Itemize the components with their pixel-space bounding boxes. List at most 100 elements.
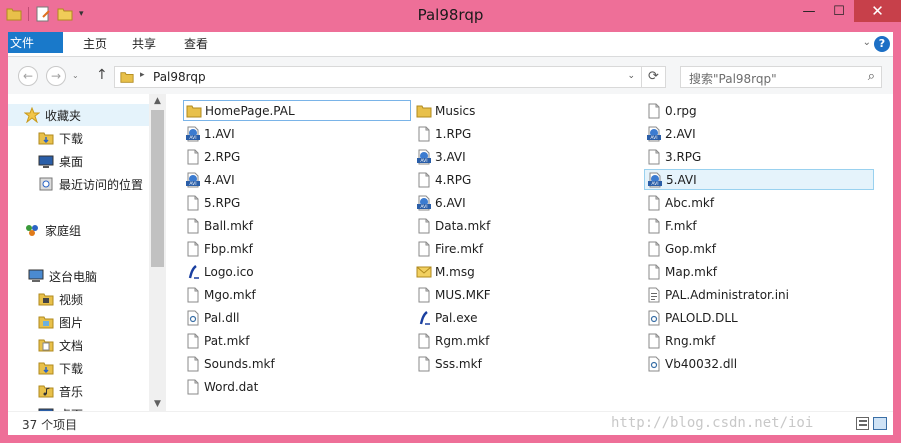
svg-text:AVI: AVI xyxy=(420,204,427,210)
nav-item[interactable]: 桌面 xyxy=(8,150,149,172)
file-name: F.mkf xyxy=(665,218,697,233)
nav-item[interactable]: 收藏夹 xyxy=(8,104,149,126)
nav-item[interactable]: 视频 xyxy=(8,288,149,310)
nav-item[interactable]: 图片 xyxy=(8,311,149,333)
file-item[interactable]: AVI 5.AVI xyxy=(644,169,874,190)
nav-item[interactable]: 音乐 xyxy=(8,380,149,402)
file-item[interactable]: Fire.mkf xyxy=(414,238,636,259)
address-bar[interactable]: ▸ Pal98rqp ⌄ xyxy=(114,66,642,88)
file-item[interactable]: 0.rpg xyxy=(644,100,874,121)
close-button[interactable]: ✕ xyxy=(854,0,901,22)
file-item[interactable]: 1.RPG xyxy=(414,123,636,144)
nav-item[interactable]: 桌面 xyxy=(8,403,149,411)
expand-ribbon-icon[interactable]: ⌄ xyxy=(863,37,871,48)
download-folder-icon xyxy=(38,362,54,375)
file-item[interactable]: Rgm.mkf xyxy=(414,330,636,351)
file-item[interactable]: Pat.mkf xyxy=(183,330,411,351)
nav-scrollbar[interactable]: ▲ ▼ xyxy=(149,94,166,411)
file-item[interactable]: PALOLD.DLL xyxy=(644,307,874,328)
file-item[interactable]: 2.RPG xyxy=(183,146,411,167)
title-bar[interactable]: ▾ Pal98rqp — ☐ ✕ xyxy=(0,0,901,31)
tab-share[interactable]: 共享 xyxy=(124,32,164,56)
nav-item[interactable]: 下载 xyxy=(8,357,149,379)
nav-item[interactable]: 下载 xyxy=(8,127,149,149)
doc-file-icon xyxy=(418,241,430,256)
minimize-button[interactable]: — xyxy=(794,0,824,22)
file-item[interactable]: AVI 2.AVI xyxy=(644,123,874,144)
doc-file-icon xyxy=(187,218,199,233)
dll-file-icon xyxy=(648,356,660,371)
ico-file-icon xyxy=(419,310,430,325)
file-item[interactable]: PAL.Administrator.ini xyxy=(644,284,874,305)
help-icon[interactable]: ? xyxy=(874,36,890,52)
breadcrumb-separator-icon[interactable]: ▸ xyxy=(140,70,145,80)
doc-file-icon xyxy=(648,195,660,210)
search-icon[interactable]: ⌕ xyxy=(868,69,875,84)
refresh-button[interactable]: ⟳ xyxy=(642,66,666,88)
file-item[interactable]: Logo.ico xyxy=(183,261,411,282)
nav-item[interactable]: 家庭组 xyxy=(8,219,149,241)
scroll-up-icon[interactable]: ▲ xyxy=(149,96,166,106)
back-button[interactable]: ← xyxy=(18,66,38,86)
tab-home[interactable]: 主页 xyxy=(74,32,116,56)
breadcrumb-current[interactable]: Pal98rqp xyxy=(153,70,206,84)
navigation-pane: 收藏夹下载桌面最近访问的位置家庭组这台电脑视频图片文档下载音乐桌面 xyxy=(8,94,149,411)
file-item[interactable]: Abc.mkf xyxy=(644,192,874,213)
maximize-button[interactable]: ☐ xyxy=(824,0,854,22)
file-item[interactable]: Ball.mkf xyxy=(183,215,411,236)
nav-item[interactable]: 文档 xyxy=(8,334,149,356)
file-item[interactable]: Data.mkf xyxy=(414,215,636,236)
recent-locations-dropdown[interactable]: ⌄ xyxy=(72,71,79,80)
nav-item-label: 家庭组 xyxy=(45,223,82,238)
star-icon xyxy=(24,107,40,123)
doc-file-icon xyxy=(418,126,430,141)
file-item[interactable]: Gop.mkf xyxy=(644,238,874,259)
file-item[interactable]: 5.RPG xyxy=(183,192,411,213)
up-button[interactable]: ↑ xyxy=(96,67,108,83)
address-dropdown-icon[interactable]: ⌄ xyxy=(627,71,635,81)
file-item[interactable]: Mgo.mkf xyxy=(183,284,411,305)
nav-item-label: 桌面 xyxy=(59,154,84,169)
file-name: Ball.mkf xyxy=(204,218,253,233)
svg-text:AVI: AVI xyxy=(650,135,657,141)
file-item[interactable]: AVI 1.AVI xyxy=(183,123,411,144)
file-item[interactable]: AVI 4.AVI xyxy=(183,169,411,190)
doc-file-icon xyxy=(648,264,660,279)
file-item[interactable]: Sss.mkf xyxy=(414,353,636,374)
file-name: Mgo.mkf xyxy=(204,287,256,302)
file-item[interactable]: AVI 3.AVI xyxy=(414,146,636,167)
file-item[interactable]: AVI 6.AVI xyxy=(414,192,636,213)
file-item[interactable]: Pal.exe xyxy=(414,307,636,328)
nav-item-label: 这台电脑 xyxy=(49,269,98,284)
large-icons-view-icon[interactable] xyxy=(873,417,887,430)
scrollbar-thumb[interactable] xyxy=(151,110,164,267)
tab-view[interactable]: 查看 xyxy=(176,32,216,56)
file-item[interactable]: Sounds.mkf xyxy=(183,353,411,374)
file-item[interactable]: M.msg xyxy=(414,261,636,282)
file-item[interactable]: Rng.mkf xyxy=(644,330,874,351)
file-item[interactable]: Pal.dll xyxy=(183,307,411,328)
doc-file-icon xyxy=(648,149,660,164)
file-item[interactable]: Fbp.mkf xyxy=(183,238,411,259)
search-box[interactable]: 搜索"Pal98rqp" ⌕ xyxy=(680,66,882,88)
forward-button[interactable]: → xyxy=(46,66,66,86)
address-row: ← → ⌄ ↑ ▸ Pal98rqp ⌄ ⟳ 搜索"Pal98rqp" ⌕ xyxy=(8,56,893,94)
scroll-down-icon[interactable]: ▼ xyxy=(149,399,166,409)
nav-item[interactable]: 这台电脑 xyxy=(8,265,149,287)
nav-item[interactable]: 最近访问的位置 xyxy=(8,173,149,195)
file-item[interactable]: Word.dat xyxy=(183,376,411,397)
file-item[interactable]: 3.RPG xyxy=(644,146,874,167)
download-folder-icon xyxy=(38,132,54,145)
file-item[interactable]: Vb40032.dll xyxy=(644,353,874,374)
file-item[interactable]: MUS.MKF xyxy=(414,284,636,305)
tab-file[interactable]: 文件 xyxy=(8,32,63,53)
file-name: Musics xyxy=(435,103,476,118)
file-name: Pal.dll xyxy=(204,310,240,325)
details-view-icon[interactable] xyxy=(856,417,869,430)
file-item[interactable]: Musics xyxy=(414,100,636,121)
nav-item-label: 收藏夹 xyxy=(45,108,82,123)
file-item[interactable]: HomePage.PAL xyxy=(183,100,411,121)
file-item[interactable]: F.mkf xyxy=(644,215,874,236)
file-item[interactable]: 4.RPG xyxy=(414,169,636,190)
file-item[interactable]: Map.mkf xyxy=(644,261,874,282)
